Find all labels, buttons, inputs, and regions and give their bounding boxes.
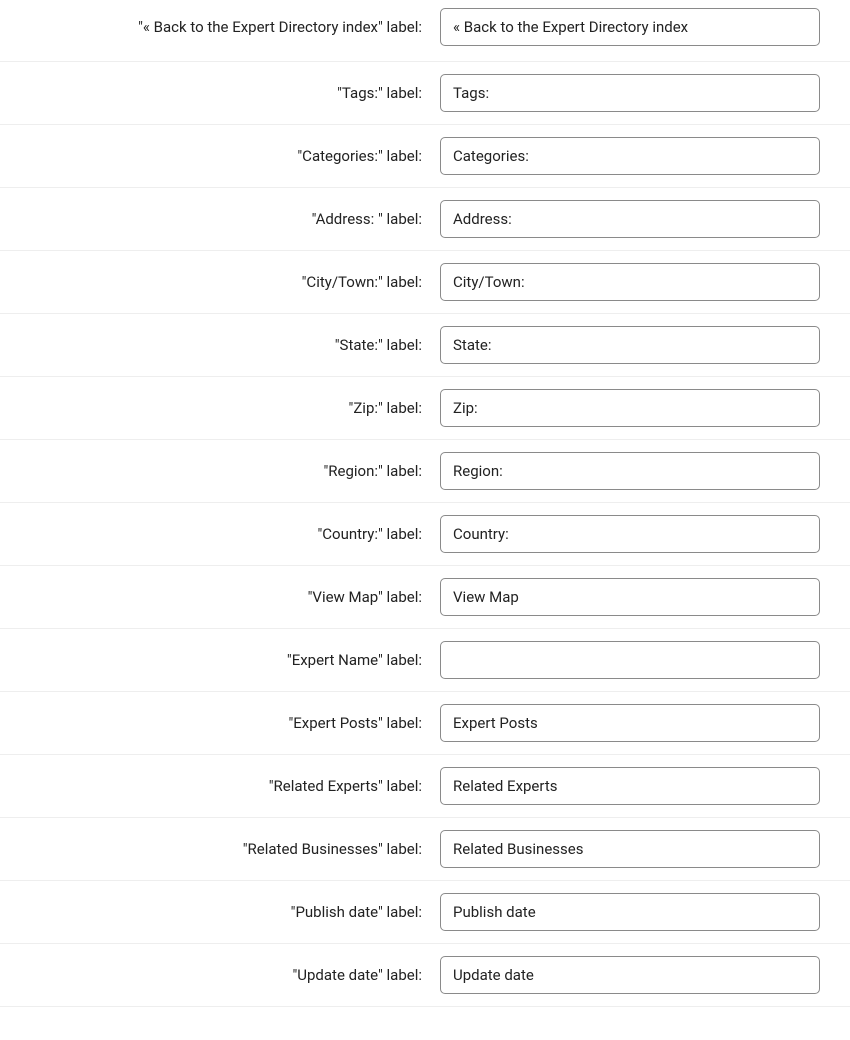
input-zip[interactable] <box>440 389 820 427</box>
field-label-state: "State:" label: <box>0 336 440 354</box>
field-input-cell-back <box>440 8 850 46</box>
field-input-cell-view-map <box>440 578 850 616</box>
form-row-region: "Region:" label: <box>0 440 850 503</box>
form-row-update-date: "Update date" label: <box>0 944 850 1007</box>
field-label-back: "« Back to the Expert Directory index" l… <box>0 18 440 36</box>
input-state[interactable] <box>440 326 820 364</box>
field-input-cell-country <box>440 515 850 553</box>
field-input-cell-related-businesses <box>440 830 850 868</box>
field-input-cell-publish-date <box>440 893 850 931</box>
field-label-expert-posts: "Expert Posts" label: <box>0 714 440 732</box>
field-input-cell-tags <box>440 74 850 112</box>
field-input-cell-region <box>440 452 850 490</box>
form-row-country: "Country:" label: <box>0 503 850 566</box>
field-label-publish-date: "Publish date" label: <box>0 903 440 921</box>
field-input-cell-categories <box>440 137 850 175</box>
form-row-address: "Address: " label: <box>0 188 850 251</box>
field-label-related-experts: "Related Experts" label: <box>0 777 440 795</box>
form-row-related-businesses: "Related Businesses" label: <box>0 818 850 881</box>
field-input-cell-zip <box>440 389 850 427</box>
form-row-view-map: "View Map" label: <box>0 566 850 629</box>
form-row-categories: "Categories:" label: <box>0 125 850 188</box>
form-row-zip: "Zip:" label: <box>0 377 850 440</box>
input-tags[interactable] <box>440 74 820 112</box>
field-input-cell-address <box>440 200 850 238</box>
field-input-cell-state <box>440 326 850 364</box>
input-country[interactable] <box>440 515 820 553</box>
form-row-state: "State:" label: <box>0 314 850 377</box>
field-input-cell-city-town <box>440 263 850 301</box>
form-row-expert-name: "Expert Name" label: <box>0 629 850 692</box>
form-row-tags: "Tags:" label: <box>0 62 850 125</box>
field-label-categories: "Categories:" label: <box>0 147 440 165</box>
form-row-expert-posts: "Expert Posts" label: <box>0 692 850 755</box>
field-label-expert-name: "Expert Name" label: <box>0 651 440 669</box>
label-editor-form: "« Back to the Expert Directory index" l… <box>0 0 850 1007</box>
field-label-city-town: "City/Town:" label: <box>0 273 440 291</box>
input-categories[interactable] <box>440 137 820 175</box>
form-row-publish-date: "Publish date" label: <box>0 881 850 944</box>
field-input-cell-related-experts <box>440 767 850 805</box>
field-label-view-map: "View Map" label: <box>0 588 440 606</box>
input-related-experts[interactable] <box>440 767 820 805</box>
form-row-related-experts: "Related Experts" label: <box>0 755 850 818</box>
input-address[interactable] <box>440 200 820 238</box>
field-input-cell-expert-name <box>440 641 850 679</box>
field-label-update-date: "Update date" label: <box>0 966 440 984</box>
input-publish-date[interactable] <box>440 893 820 931</box>
input-update-date[interactable] <box>440 956 820 994</box>
field-label-country: "Country:" label: <box>0 525 440 543</box>
input-region[interactable] <box>440 452 820 490</box>
field-label-address: "Address: " label: <box>0 210 440 228</box>
field-label-related-businesses: "Related Businesses" label: <box>0 840 440 858</box>
field-label-zip: "Zip:" label: <box>0 399 440 417</box>
input-related-businesses[interactable] <box>440 830 820 868</box>
field-input-cell-update-date <box>440 956 850 994</box>
form-row-back: "« Back to the Expert Directory index" l… <box>0 0 850 62</box>
form-row-city-town: "City/Town:" label: <box>0 251 850 314</box>
field-label-tags: "Tags:" label: <box>0 84 440 102</box>
input-back[interactable] <box>440 8 820 46</box>
input-expert-posts[interactable] <box>440 704 820 742</box>
field-label-region: "Region:" label: <box>0 462 440 480</box>
field-input-cell-expert-posts <box>440 704 850 742</box>
input-city-town[interactable] <box>440 263 820 301</box>
input-view-map[interactable] <box>440 578 820 616</box>
input-expert-name[interactable] <box>440 641 820 679</box>
